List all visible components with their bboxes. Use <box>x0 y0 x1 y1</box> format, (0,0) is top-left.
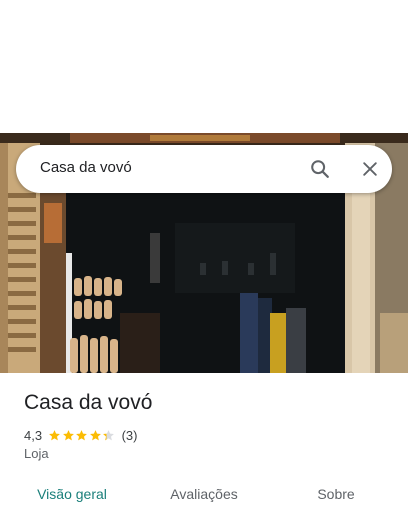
search-input[interactable]: Casa da vovó <box>40 159 132 176</box>
star-icon <box>49 429 60 440</box>
rating-row[interactable]: 4,3 (3) <box>24 426 137 444</box>
close-icon[interactable] <box>356 155 384 183</box>
star-icon <box>103 429 114 440</box>
tab-overview[interactable]: Visão geral <box>37 486 107 502</box>
map-blank-area <box>0 0 408 133</box>
star-icon <box>76 429 87 440</box>
review-count[interactable]: (3) <box>122 428 138 443</box>
place-tabs: Visão geral Avaliações Sobre <box>0 483 408 506</box>
place-category[interactable]: Loja <box>24 446 49 461</box>
tab-about[interactable]: Sobre <box>317 486 354 502</box>
tab-reviews[interactable]: Avaliações <box>170 486 237 502</box>
place-title: Casa da vovó <box>24 391 153 414</box>
star-icon <box>89 429 101 440</box>
star-icon <box>62 429 74 440</box>
place-info-panel: Casa da vovó 4,3 (3) Loja Visão geral Av… <box>0 373 408 506</box>
search-icon[interactable] <box>306 155 334 183</box>
search-bar[interactable]: Casa da vovó <box>16 145 392 193</box>
rating-value: 4,3 <box>24 427 43 443</box>
star-rating <box>48 429 116 442</box>
